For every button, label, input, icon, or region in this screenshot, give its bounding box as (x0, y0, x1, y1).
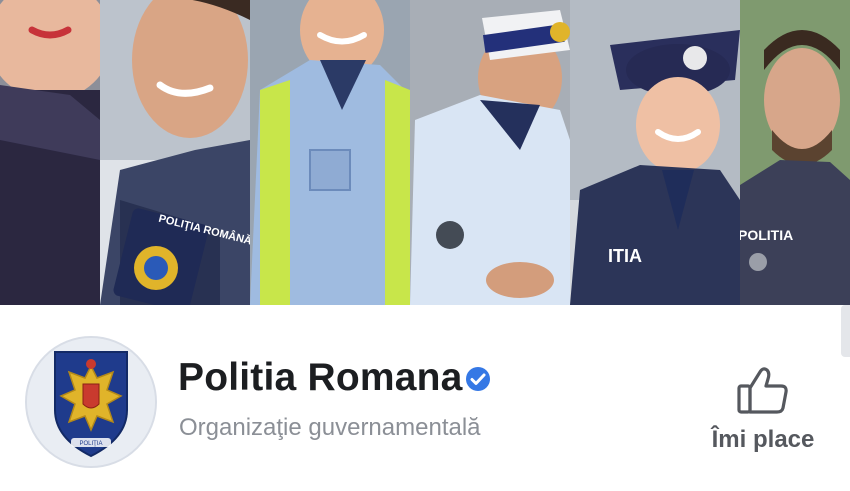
cover-officer-5: ITIA (570, 0, 740, 305)
page-category: Organizaţie guvernamentală (179, 414, 481, 441)
scrollbar[interactable] (841, 305, 850, 357)
page-title: Politia Romana (178, 356, 463, 399)
verified-badge-icon (466, 367, 490, 391)
police-crest-icon: POLIŢIA (27, 338, 155, 466)
page-avatar[interactable]: POLIŢIA (25, 336, 157, 468)
cover-officer-4 (410, 0, 570, 305)
thumbs-up-icon (737, 367, 788, 414)
cover-officer-6: POLITIA (740, 0, 850, 305)
cover-officer-3 (250, 0, 410, 305)
cover-photo[interactable]: POLIŢIA ROMÂNĂ ITIA POLITIA (0, 0, 850, 305)
cover-vehicle-text: ITIA (608, 246, 642, 266)
avatar-emblem-text: POLIŢIA (79, 441, 102, 447)
cover-officer-2: POLIŢIA ROMÂNĂ (100, 0, 250, 305)
cover-officer-1 (0, 0, 100, 305)
like-button[interactable]: Îmi place (700, 362, 826, 462)
like-button-label: Îmi place (711, 426, 815, 453)
cover-badge-text-right: POLITIA (740, 227, 793, 243)
